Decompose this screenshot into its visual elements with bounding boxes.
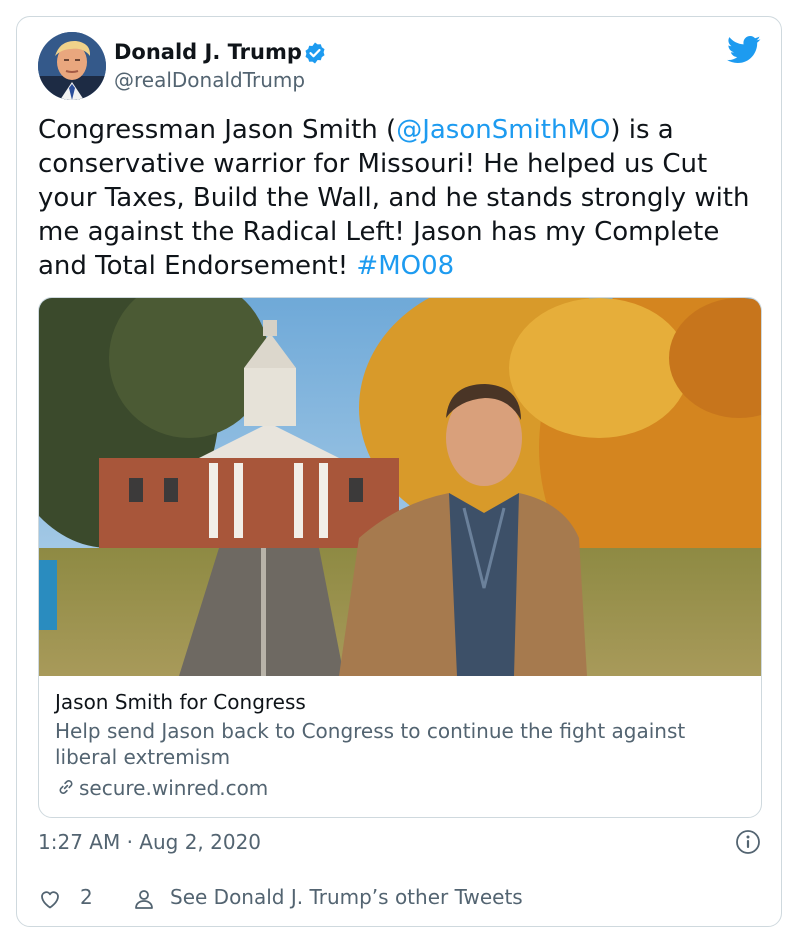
tweet-text-part-1: Congressman Jason Smith (	[38, 115, 397, 145]
link-preview-card[interactable]: Jason Smith for Congress Help send Jason…	[38, 297, 762, 818]
link-card-title[interactable]: Jason Smith for Congress	[55, 690, 306, 714]
tweet-embed-card: Donald J. Trump @realDonaldTrump Congres…	[16, 16, 782, 927]
info-icon[interactable]	[735, 829, 761, 855]
heart-icon[interactable]	[38, 887, 62, 911]
link-card-description: Help send Jason back to Congress to cont…	[55, 719, 686, 769]
author-avatar[interactable]	[38, 32, 106, 100]
tweet-body: Congressman Jason Smith (@JasonSmithMO) …	[38, 113, 758, 283]
twitter-bird-icon[interactable]	[727, 35, 761, 65]
see-other-tweets-link[interactable]: See Donald J. Trump’s other Tweets	[170, 885, 523, 909]
like-count[interactable]: 2	[80, 885, 93, 909]
link-icon	[59, 780, 73, 794]
author-handle[interactable]: @realDonaldTrump	[114, 68, 305, 92]
link-card-domain-row[interactable]: secure.winred.com	[55, 776, 268, 800]
verified-badge-icon	[305, 42, 325, 64]
hashtag-link[interactable]: #MO08	[356, 251, 454, 281]
link-card-domain: secure.winred.com	[79, 776, 269, 800]
person-icon	[135, 890, 153, 909]
author-display-name[interactable]: Donald J. Trump	[114, 40, 302, 64]
tweet-timestamp[interactable]: 1:27 AM · Aug 2, 2020	[38, 830, 261, 854]
campaign-photo	[39, 298, 761, 676]
mention-link[interactable]: @JasonSmithMO	[396, 115, 610, 145]
